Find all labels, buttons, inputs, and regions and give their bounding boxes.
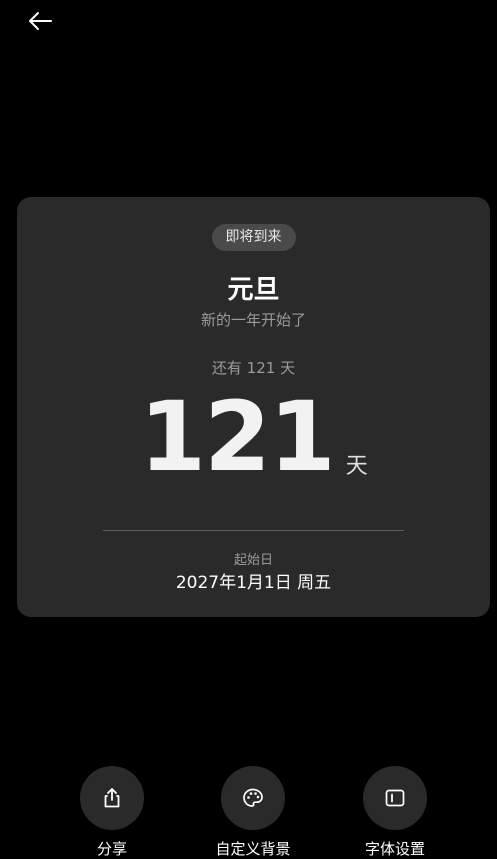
share-button-circle[interactable]: [80, 766, 144, 830]
text-box-icon: [385, 789, 405, 807]
back-button[interactable]: [20, 6, 60, 36]
share-icon: [104, 788, 120, 808]
countdown-card: 即将到来 元旦 新的一年开始了 还有 121 天 121 天 起始日 2027年1…: [17, 197, 490, 617]
start-date-label: 起始日: [233, 553, 273, 568]
event-subtitle: 新的一年开始了: [200, 311, 306, 329]
event-title: 元旦: [227, 275, 280, 305]
share-button[interactable]: 分享: [42, 766, 182, 859]
palette-icon: [243, 788, 263, 807]
custom-background-button[interactable]: 自定义背景: [183, 766, 323, 859]
days-count-number: 121: [139, 381, 335, 493]
font-settings-button-circle[interactable]: [363, 766, 427, 830]
share-label: 分享: [96, 840, 127, 858]
custom-background-label: 自定义背景: [215, 840, 291, 858]
font-settings-label: 字体设置: [364, 840, 425, 858]
days-count-unit: 天: [345, 454, 368, 479]
font-settings-button[interactable]: 字体设置: [325, 766, 465, 859]
divider: [103, 530, 404, 531]
remaining-days-text: 还有 121 天: [211, 359, 296, 377]
days-count-display: 121 天: [17, 387, 490, 487]
start-date-value: 2027年1月1日 周五: [175, 573, 332, 593]
arrow-left-icon: [29, 12, 52, 30]
custom-background-button-circle[interactable]: [221, 766, 285, 830]
status-badge: 即将到来: [211, 224, 296, 251]
